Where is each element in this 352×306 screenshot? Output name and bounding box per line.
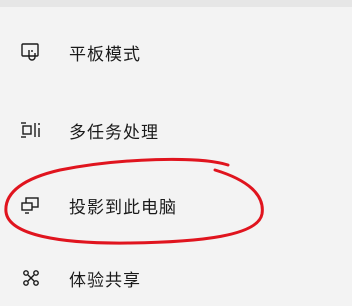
menu-item-multitasking[interactable]: 多任务处理 xyxy=(0,102,352,158)
tablet-mode-icon xyxy=(20,41,42,63)
shared-experiences-icon xyxy=(20,267,42,289)
multitasking-icon xyxy=(20,119,42,141)
menu-item-label: 体验共享 xyxy=(69,270,141,291)
menu-item-project-to-pc[interactable]: 投影到此电脑 xyxy=(0,177,352,233)
menu-item-label: 投影到此电脑 xyxy=(69,197,177,218)
menu-item-label: 平板模式 xyxy=(69,44,141,65)
menu-item-tablet-mode[interactable]: 平板模式 xyxy=(0,24,352,80)
top-edge-bar xyxy=(0,0,352,7)
project-to-pc-icon xyxy=(20,194,42,216)
menu-item-shared-experiences[interactable]: 体验共享 xyxy=(0,250,352,306)
menu-item-label: 多任务处理 xyxy=(69,122,159,143)
